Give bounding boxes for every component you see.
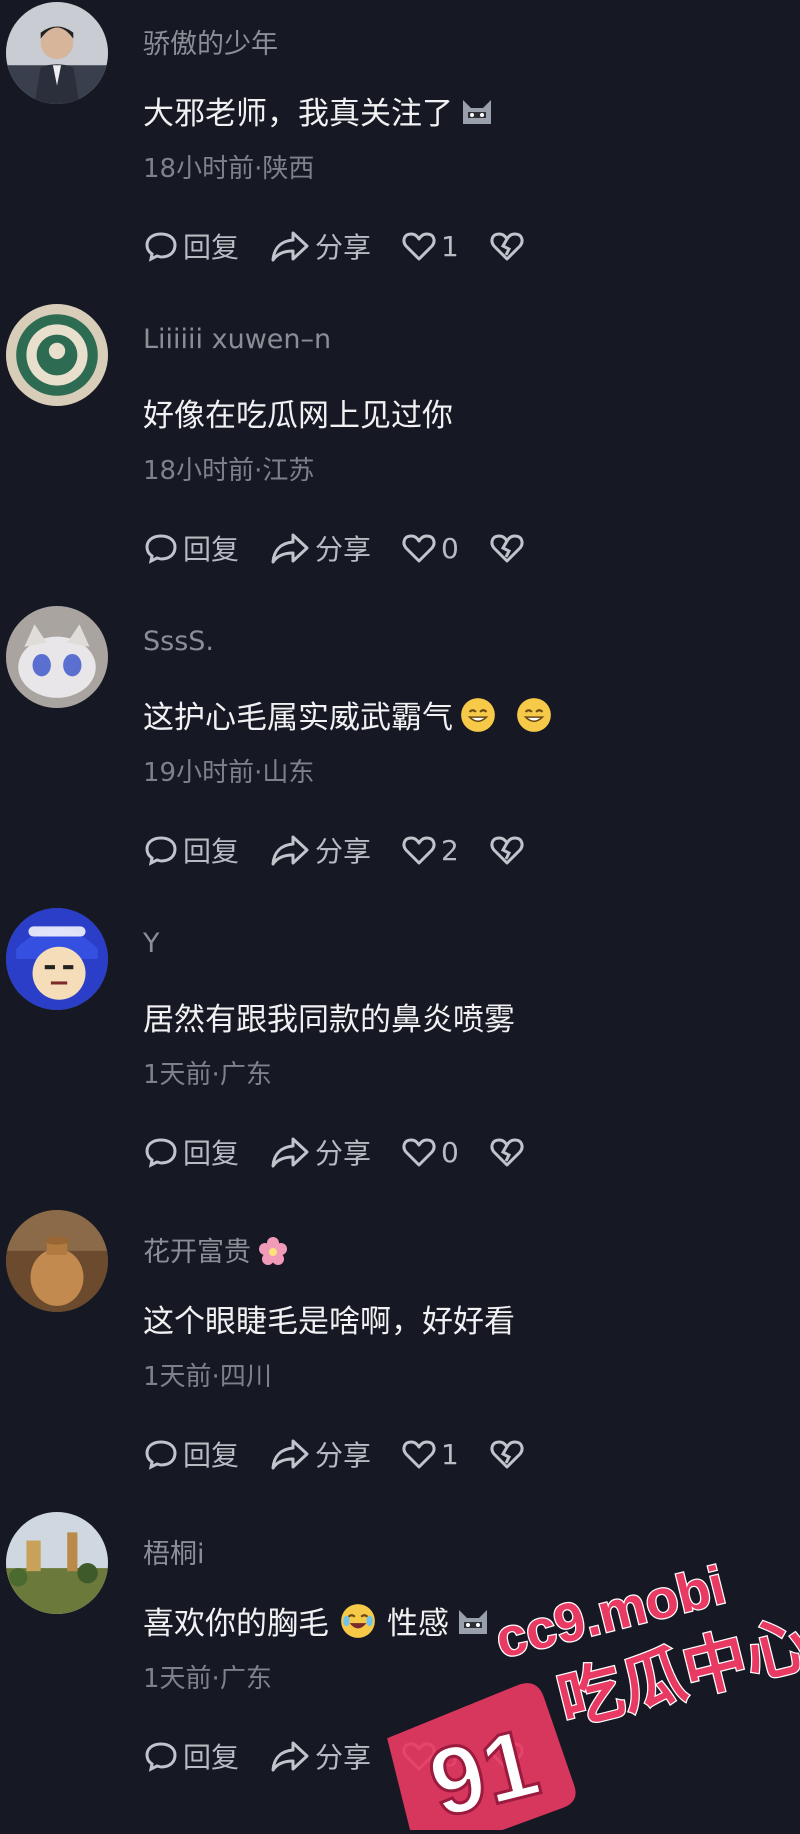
reply-button[interactable]: 回复 (143, 528, 239, 568)
heart-icon (402, 232, 436, 261)
comment-item: Liiiiii xuwen–n 好像在吃瓜网上见过你 18小时前·江苏 回复 分… (0, 302, 800, 605)
comment-text: 居然有跟我同款的鼻炎喷雾 (143, 1002, 515, 1038)
comment-meta: 1天前·四川 (143, 1362, 272, 1392)
comment-username[interactable]: Liiiiii xuwen–n (143, 324, 331, 355)
dislike-button[interactable] (489, 1134, 525, 1170)
comment-meta: 19小时前·山东 (143, 758, 315, 788)
dislike-button[interactable] (489, 832, 525, 868)
reply-label: 回复 (183, 1137, 240, 1170)
share-icon (271, 1741, 309, 1772)
broken-heart-icon (490, 1138, 524, 1167)
comment-actions: 回复 分享 0 (143, 1132, 525, 1172)
share-button[interactable]: 分享 (269, 226, 371, 266)
reply-label: 回复 (183, 1439, 240, 1472)
dislike-button[interactable] (489, 530, 525, 566)
avatar[interactable] (6, 1512, 108, 1614)
comment-meta: 18小时前·江苏 (143, 456, 315, 486)
share-button[interactable]: 分享 (269, 528, 371, 568)
comment-meta: 1天前·广东 (143, 1664, 272, 1694)
comment-actions: 回复 分享 1 (143, 226, 525, 266)
reply-button[interactable]: 回复 (143, 1132, 239, 1172)
reply-button[interactable]: 回复 (143, 830, 239, 870)
watermark: 91 cc9.mobi 吃瓜中心 (360, 1540, 800, 1834)
comment-username[interactable]: 骄傲的少年 (143, 22, 278, 61)
reply-label: 回复 (183, 1741, 240, 1774)
like-button[interactable]: 1 (401, 228, 459, 264)
heart-icon (402, 534, 436, 563)
like-count: 1 (441, 1437, 459, 1471)
broken-heart-icon (490, 1440, 524, 1469)
reply-button[interactable]: 回复 (143, 1434, 239, 1474)
broken-heart-icon (490, 836, 524, 865)
comment-actions: 回复 分享 0 (143, 528, 525, 568)
share-label: 分享 (315, 533, 372, 566)
heart-icon (402, 836, 436, 865)
reply-icon (145, 836, 177, 866)
reply-label: 回复 (183, 533, 240, 566)
share-button[interactable]: 分享 (269, 830, 371, 870)
comment-item: 花开富贵 这个眼睫毛是啥啊，好好看 1天前·四川 回复 分享 1 (0, 1208, 800, 1511)
comment-meta: 18小时前·陕西 (143, 154, 315, 184)
dislike-button[interactable] (489, 1436, 525, 1472)
reply-icon (145, 1138, 177, 1168)
share-button[interactable]: 分享 (269, 1434, 371, 1474)
comment-text: 好像在吃瓜网上见过你 (143, 398, 453, 434)
grin-emoji (515, 696, 553, 742)
comment-item: 骄傲的少年 大邪老师，我真关注了 18小时前·陕西 回复 分享 1 (0, 0, 800, 303)
comment-item: Y 居然有跟我同款的鼻炎喷雾 1天前·广东 回复 分享 0 (0, 906, 800, 1209)
avatar[interactable] (6, 304, 108, 406)
reply-icon (145, 1742, 177, 1772)
reply-icon (145, 232, 177, 262)
avatar[interactable] (6, 2, 108, 104)
share-icon (271, 231, 309, 262)
like-count: 2 (441, 833, 459, 867)
comment-item: SssS. 这护心毛属实威武霸气 19小时前·山东 回复 分享 2 (0, 604, 800, 907)
heart-icon (402, 1138, 436, 1167)
comment-username[interactable]: 梧桐i (143, 1532, 205, 1571)
avatar[interactable] (6, 908, 108, 1010)
share-label: 分享 (315, 1439, 372, 1472)
reply-icon (145, 1440, 177, 1470)
reply-button[interactable]: 回复 (143, 226, 239, 266)
share-label: 分享 (315, 231, 372, 264)
share-button[interactable]: 分享 (269, 1736, 371, 1776)
like-button[interactable]: 0 (401, 530, 459, 566)
comment-meta: 1天前·广东 (143, 1060, 272, 1090)
comment-username[interactable]: Y (143, 928, 160, 959)
avatar[interactable] (6, 606, 108, 708)
comment-actions: 回复 分享 2 (143, 830, 525, 870)
reply-label: 回复 (183, 835, 240, 868)
avatar[interactable] (6, 1210, 108, 1312)
like-count: 1 (441, 229, 459, 263)
broken-heart-icon (490, 534, 524, 563)
like-button[interactable]: 0 (401, 1134, 459, 1170)
reply-button[interactable]: 回复 (143, 1736, 239, 1776)
flower-icon (257, 1235, 289, 1274)
share-label: 分享 (315, 835, 372, 868)
grin-emoji (459, 696, 497, 742)
share-button[interactable]: 分享 (269, 1132, 371, 1172)
comment-username[interactable]: SssS. (143, 626, 214, 657)
share-icon (271, 1137, 309, 1168)
comment-actions: 回复 分享 1 (143, 1434, 525, 1474)
dislike-button[interactable] (489, 228, 525, 264)
like-count: 0 (441, 531, 459, 565)
share-icon (271, 1439, 309, 1470)
comment-text: 这护心毛属实威武霸气 (143, 692, 553, 742)
reply-icon (145, 534, 177, 564)
reply-label: 回复 (183, 231, 240, 264)
like-button[interactable]: 1 (401, 1436, 459, 1472)
comment-text: 大邪老师，我真关注了 (143, 88, 495, 138)
comment-text: 这个眼睫毛是啥啊，好好看 (143, 1304, 515, 1340)
share-icon (271, 835, 309, 866)
heart-icon (402, 1440, 436, 1469)
share-icon (271, 533, 309, 564)
like-count: 0 (441, 1135, 459, 1169)
cat-emoji (459, 94, 495, 138)
like-button[interactable]: 2 (401, 832, 459, 868)
comment-username[interactable]: 花开富贵 (143, 1230, 289, 1274)
broken-heart-icon (490, 232, 524, 261)
share-label: 分享 (315, 1137, 372, 1170)
